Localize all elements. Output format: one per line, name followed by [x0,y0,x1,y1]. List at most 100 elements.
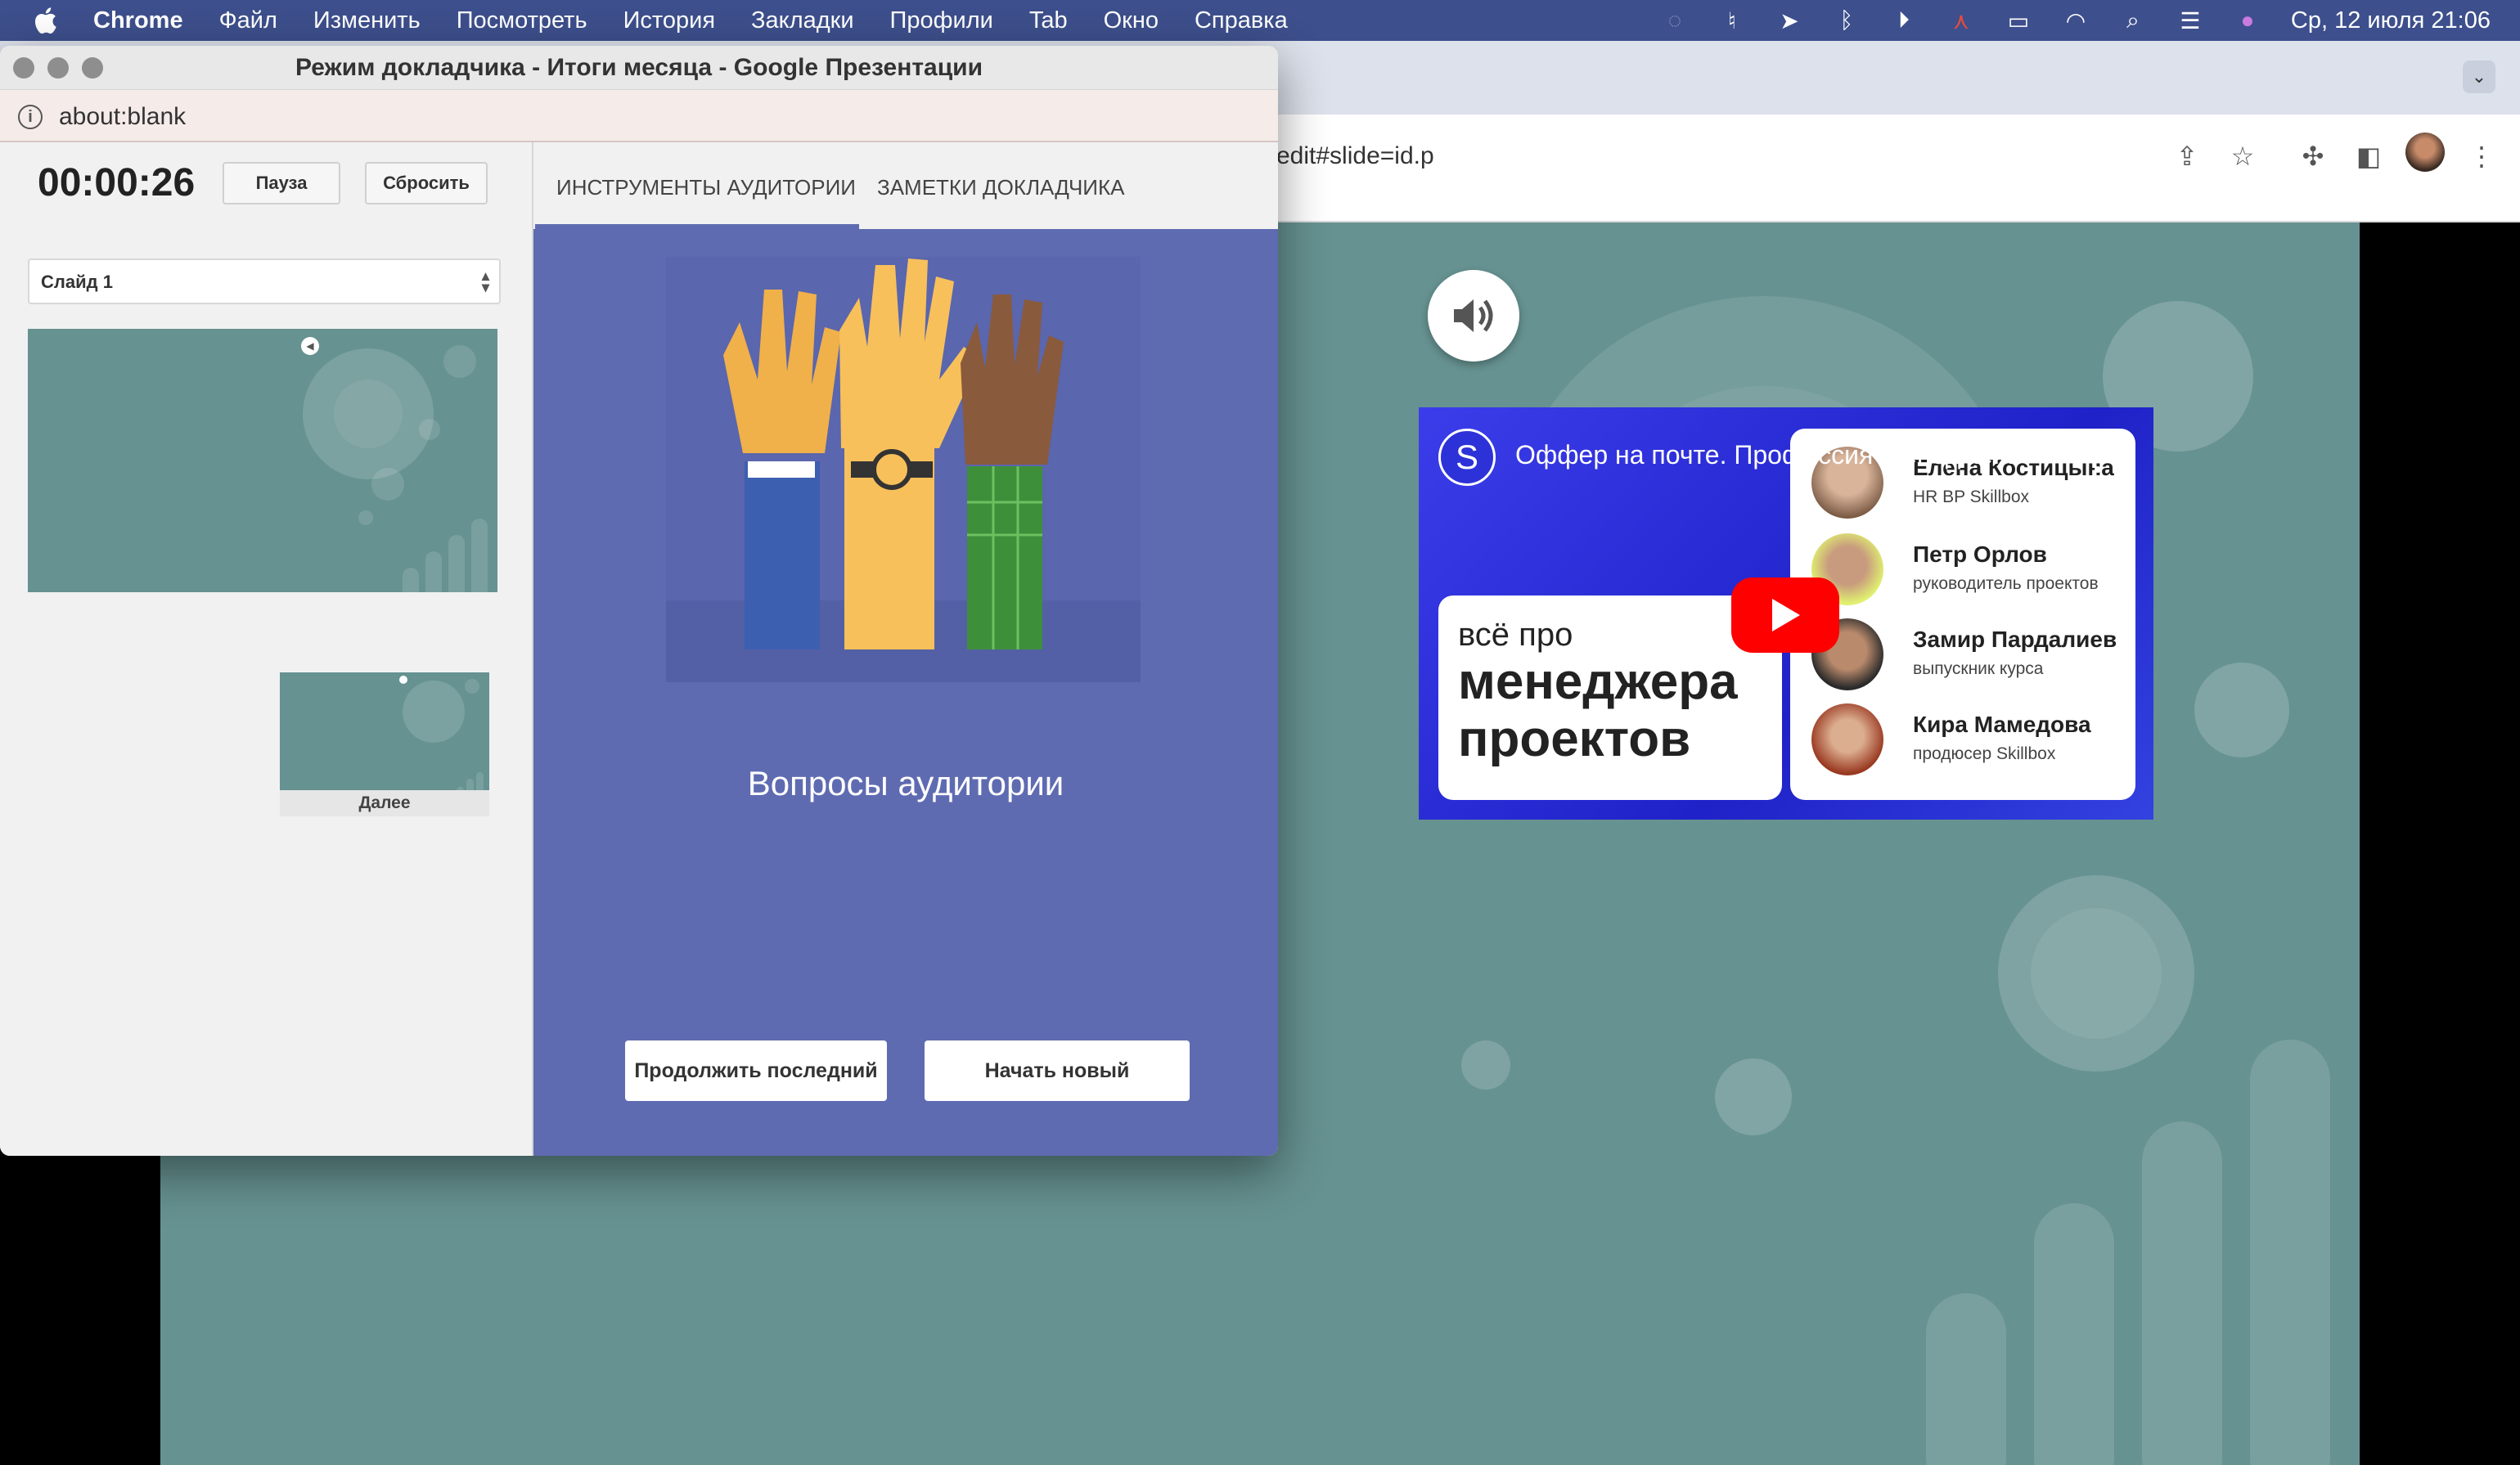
thumb-bar [425,551,442,592]
channel-logo[interactable]: S [1438,429,1496,486]
tab-speaker-notes[interactable]: ЗАМЕТКИ ДОКЛАДЧИКА [877,175,1124,200]
slide-selector-value: Слайд 1 [41,272,113,292]
share-icon[interactable]: ⇪ [2170,139,2204,173]
thumb-deco [419,419,440,440]
card-line2: менеджера [1458,654,1738,710]
battery-icon[interactable]: ▭ [2005,7,2032,34]
menu-bookmarks[interactable]: Закладки [751,7,854,34]
speakers-panel: Елена Костицына HR BP Skillbox Петр Орло… [1790,429,2135,800]
window-title: Режим докладчика - Итоги месяца - Google… [295,54,983,81]
deco-bar [2034,1203,2114,1465]
menu-file[interactable]: Файл [219,7,277,34]
video-title[interactable]: Оффер на почте. Профессия Менедже... [1515,440,2014,470]
active-tab-indicator [535,224,859,229]
bluetooth-icon[interactable]: ᛒ [1833,7,1861,34]
deco-dot [1461,1040,1510,1090]
reset-button[interactable]: Сбросить [365,162,488,204]
raised-hands-illustration [666,257,1141,682]
siri-icon[interactable]: ● [2234,7,2261,34]
start-new-button[interactable]: Начать новый [925,1040,1190,1101]
apple-logo-icon[interactable] [33,7,57,34]
pane-resize-handle[interactable]: ⋮ [527,643,543,663]
status-area: ◌ ♮ ➤ ᛒ ⏵ ⋏ ▭ ◠ ⌕ ☰ ● Ср, 12 июля 21:06 [1661,0,2491,41]
profile-avatar[interactable] [2405,133,2445,172]
person-name: Петр Орлов [1913,542,2047,567]
next-slide-label: Далее [280,790,489,816]
thumb-deco [334,380,403,448]
deco-tiny-pie [1715,1058,1792,1135]
thumb-deco [443,345,476,378]
thumb-deco [371,468,404,501]
telegram-icon[interactable]: ➤ [1775,7,1803,34]
control-center-icon[interactable]: ☰ [2176,7,2204,34]
card-line3: проектов [1458,711,1691,767]
person-item: Замир Пардалиев выпускник курса [1811,618,2131,692]
speaker-icon [1454,299,1493,332]
menu-view[interactable]: Посмотреть [457,7,587,34]
presenter-left-pane: 00:00:26 Пауза Сбросить Слайд 1 ▴ ▾ ◀ Да… [0,142,543,1156]
bookmark-star-icon[interactable]: ☆ [2225,139,2260,173]
search-icon[interactable]: ⌕ [2119,7,2147,34]
slide-selector[interactable]: Слайд 1 ▴ ▾ [28,258,501,304]
more-menu-icon[interactable]: ⋮ [2464,139,2499,173]
thumb-deco [403,681,465,743]
deco-bar [1926,1293,2006,1465]
person-role: HR BP Skillbox [1913,488,2029,506]
elapsed-timer: 00:00:26 [38,161,196,204]
person-role: руководитель проектов [1913,574,2099,593]
tab-audience-tools[interactable]: ИНСТРУМЕНТЫ АУДИТОРИИ [556,175,856,200]
youtube-play-button[interactable] [1731,577,1839,653]
menu-bar: Chrome Файл Изменить Посмотреть История … [0,0,2520,41]
presenter-tabs: ИНСТРУМЕНТЫ АУДИТОРИИ ЗАМЕТКИ ДОКЛАДЧИКА [533,142,1278,229]
current-slide-thumbnail[interactable]: ◀ [28,329,497,592]
youtube-embed[interactable]: всё про менеджера проектов Елена Костицы… [1419,407,2153,820]
deco-small-pie [2194,663,2289,757]
letterbox-right [2360,222,2520,1465]
wifi-icon[interactable]: ◠ [2062,7,2090,34]
spinner-icon[interactable]: ◌ [1661,7,1689,34]
deco-donut-hole [2031,908,2162,1039]
popup-url: about:blank [59,103,187,130]
play-icon [1772,599,1800,631]
extensions-icon[interactable]: ✣ [2296,139,2330,173]
thumb-speaker-icon [399,676,407,684]
thumb-bar [448,535,465,592]
person-role: выпускник курса [1913,659,2044,678]
popup-url-bar: i about:blank [0,90,1278,142]
info-icon[interactable]: i [18,105,43,129]
speaker-button[interactable] [1428,270,1519,362]
window-titlebar[interactable]: Режим докладчика - Итоги месяца - Google… [0,46,1278,90]
menu-edit[interactable]: Изменить [313,7,421,34]
play-circle-icon[interactable]: ⏵ [1890,7,1918,34]
tab-search-icon[interactable]: ⌄ [2463,61,2495,93]
deco-bar [2250,1040,2330,1465]
thumb-bar [466,779,474,790]
clock[interactable]: Ср, 12 июля 21:06 [2291,7,2491,34]
menu-tab[interactable]: Tab [1029,7,1068,34]
menu-window[interactable]: Окно [1104,7,1159,34]
thumb-bar [403,568,419,592]
audience-tools-pane: ИНСТРУМЕНТЫ АУДИТОРИИ ЗАМЕТКИ ДОКЛАДЧИКА… [533,142,1278,1156]
card-line1: всё про [1458,617,1573,653]
audience-questions-title: Вопросы аудитории [747,764,1064,802]
menu-profiles[interactable]: Профили [890,7,993,34]
person-name: Замир Пардалиев [1913,627,2117,652]
thumb-deco [358,510,373,525]
pause-button[interactable]: Пауза [223,162,340,204]
continue-last-button[interactable]: Продолжить последний [625,1040,887,1101]
thumb-bar [471,519,488,592]
select-arrows-icon: ▴ ▾ [481,267,489,295]
gusli-icon[interactable]: ♮ [1718,7,1746,34]
acrobat-icon[interactable]: ⋏ [1947,7,1975,34]
menu-help[interactable]: Справка [1195,7,1288,34]
side-panel-icon[interactable]: ◧ [2351,139,2386,173]
menu-app-name[interactable]: Chrome [93,7,183,34]
menu-history[interactable]: История [623,7,715,34]
person-item: Кира Мамедова продюсер Skillbox [1811,703,2131,777]
thumb-deco [465,679,479,694]
video-menu-icon[interactable] [2093,443,2103,473]
address-text[interactable]: edit#slide=id.p [1276,142,1434,170]
person-item: Петр Орлов руководитель проектов [1811,533,2131,607]
person-avatar [1811,703,1883,775]
next-slide-thumbnail[interactable] [280,672,489,790]
